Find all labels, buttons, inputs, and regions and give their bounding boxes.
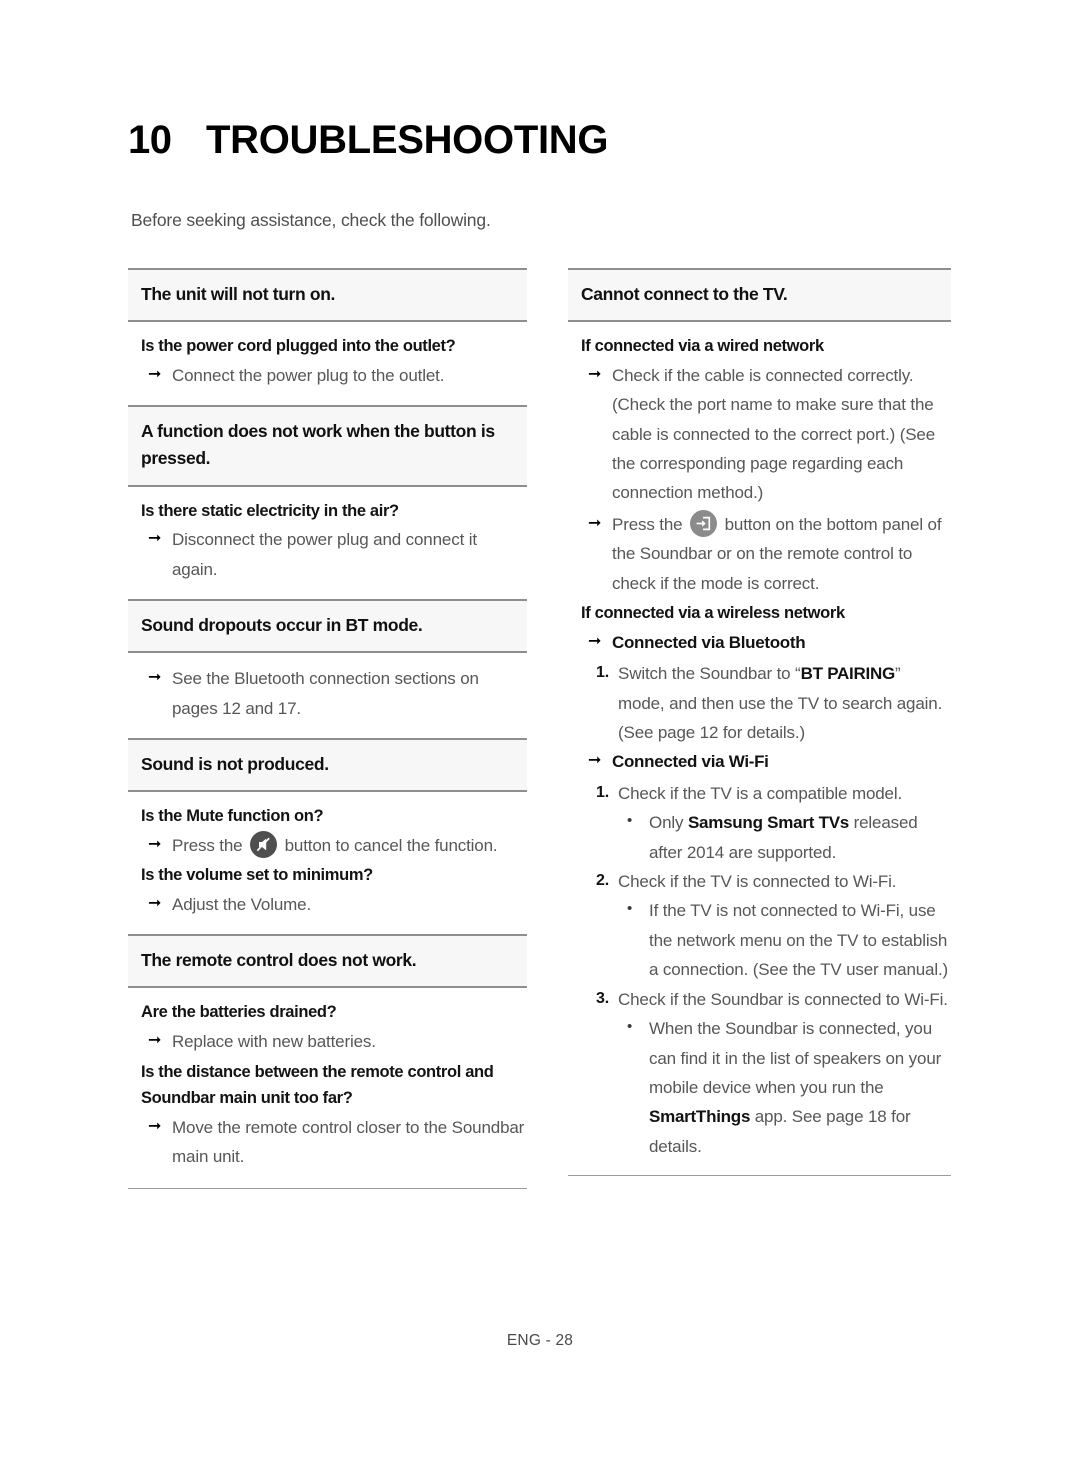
step-text: Check if the TV is a compatible model. — [618, 783, 903, 803]
troubleshoot-section: The remote control does not work. Are the… — [128, 934, 527, 1189]
emphasis-text: BT PAIRING — [800, 664, 896, 684]
page-footer: ENG - 28 — [506, 1332, 574, 1349]
troubleshoot-question: Is the power cord plugged into the outle… — [141, 337, 456, 356]
answer-text: Adjust the Volume. — [172, 894, 312, 914]
bullet-icon: • — [627, 900, 633, 918]
step-number: 1. — [595, 783, 609, 801]
troubleshoot-answer: ➞ Replace with new batteries. — [130, 1027, 525, 1056]
answer-text: Move the remote control closer to the So… — [172, 1118, 525, 1167]
troubleshoot-answer: ➞ See the Bluetooth connection sections o… — [130, 664, 525, 723]
troubleshoot-answer: ➞ Adjust the Volume. — [130, 890, 525, 919]
emphasis-text: SmartThings — [649, 1107, 751, 1127]
answer-text: Check if the cable is connected correctl… — [612, 365, 936, 503]
arrow-bullet-icon: ➞ — [588, 365, 602, 383]
answer-text: Replace with new batteries. — [172, 1032, 376, 1052]
section-header-text: Sound is not produced. — [141, 753, 329, 774]
arrow-bullet-icon: ➞ — [588, 752, 602, 770]
section-header: Sound is not produced. — [128, 737, 527, 793]
answer-text: Press the button to cancel the function. — [172, 830, 525, 860]
page-title: 10 TROUBLESHOOTING — [128, 118, 608, 163]
troubleshoot-question: If connected via a wireless network — [581, 604, 845, 623]
troubleshoot-question: Is there static electricity in the air? — [141, 501, 399, 520]
troubleshoot-question: If connected via a wired network — [581, 337, 824, 356]
troubleshoot-section: Sound dropouts occur in BT mode. ➞ See the… — [128, 599, 527, 738]
troubleshoot-question: Are the batteries drained? — [141, 1003, 337, 1022]
section-body: Are the batteries drained? ➞ Replace with … — [128, 988, 527, 1189]
step-text: Check if the TV is connected to Wi-Fi. — [618, 872, 897, 892]
section-header: The unit will not turn on. — [128, 268, 527, 323]
troubleshoot-section: The unit will not turn on. Is the power c… — [128, 268, 527, 405]
troubleshoot-question: Is the volume set to minimum? — [141, 866, 373, 885]
arrow-bullet-icon: ➞ — [148, 365, 162, 383]
answer-text: Connect the power plug to the outlet. — [172, 365, 445, 385]
section-body: Is there static electricity in the air? ➞… — [128, 487, 527, 600]
answer-text: See the Bluetooth connection sections on… — [172, 669, 479, 718]
left-column: The unit will not turn on. Is the power c… — [128, 268, 527, 1189]
numbered-step: 1. Check if the TV is a compatible model. — [570, 779, 949, 808]
manual-page: 10 TROUBLESHOOTING Before seeking assist… — [0, 0, 1080, 1479]
numbered-step: 3. Check if the Soundbar is connected to … — [570, 985, 949, 1014]
section-header: Sound dropouts occur in BT mode. — [128, 599, 527, 654]
troubleshoot-section: A function does not work when the button… — [128, 405, 527, 599]
troubleshoot-answer: ➞ Check if the cable is connected correct… — [570, 361, 949, 508]
troubleshoot-answer: ➞ Connected via Bluetooth — [570, 628, 949, 657]
arrow-bullet-icon: ➞ — [148, 530, 162, 548]
section-body: If connected via a wired network ➞ Check i… — [568, 322, 951, 1177]
troubleshoot-answer: ➞ Connected via Wi-Fi — [570, 747, 949, 776]
sub-bullet-text: Only Samsung Smart TVs released after 20… — [649, 813, 918, 862]
section-header-text: Cannot connect to the TV. — [581, 284, 788, 304]
mute-button-icon — [250, 830, 278, 858]
answer-text: Connected via Bluetooth — [612, 632, 806, 652]
numbered-step: 1. Switch the Soundbar to “BT PAIRING” mo… — [570, 659, 949, 747]
right-column: Cannot connect to the TV. If connected vi… — [568, 268, 951, 1177]
section-body: ➞ See the Bluetooth connection sections o… — [128, 653, 527, 738]
source-button-icon — [690, 509, 718, 537]
sub-bullet-item: • When the Soundbar is connected, you can… — [570, 1014, 949, 1161]
bullet-icon: • — [627, 812, 633, 830]
emphasis-text: Samsung Smart TVs — [687, 813, 850, 833]
answer-text: Connected via Wi-Fi — [612, 752, 769, 772]
numbered-step: 2. Check if the TV is connected to Wi-Fi. — [570, 867, 949, 896]
section-header-text: The remote control does not work. — [141, 950, 417, 971]
bullet-icon: • — [627, 1018, 633, 1036]
arrow-bullet-icon: ➞ — [148, 669, 162, 687]
troubleshoot-answer: ➞ Press the button on the bottom panel of… — [570, 509, 949, 598]
section-body: Is the Mute function on? ➞ Press the butto… — [128, 792, 527, 934]
sub-bullet-item: • If the TV is not connected to Wi-Fi, us… — [570, 896, 949, 984]
troubleshoot-section: Cannot connect to the TV. If connected vi… — [568, 268, 951, 1177]
troubleshoot-answer: ➞ Press the button to cancel the function… — [130, 830, 525, 860]
section-header: Cannot connect to the TV. — [568, 268, 951, 323]
sub-bullet-item: • Only Samsung Smart TVs released after 2… — [570, 808, 949, 867]
section-header: The remote control does not work. — [128, 934, 527, 989]
arrow-bullet-icon: ➞ — [148, 1118, 162, 1136]
troubleshoot-question: Is the Mute function on? — [141, 807, 324, 826]
troubleshoot-section: Sound is not produced. Is the Mute functi… — [128, 737, 527, 934]
answer-text: Press the button on the bottom panel of … — [612, 509, 949, 598]
step-text: Check if the Soundbar is connected to Wi… — [618, 989, 948, 1009]
sub-bullet-text: If the TV is not connected to Wi-Fi, use… — [649, 901, 949, 980]
section-header: A function does not work when the button… — [128, 405, 527, 487]
troubleshoot-question: Is the distance between the remote contr… — [141, 1062, 494, 1108]
arrow-bullet-icon: ➞ — [588, 514, 602, 532]
arrow-bullet-icon: ➞ — [148, 835, 162, 853]
chapter-title: TROUBLESHOOTING — [206, 118, 609, 162]
arrow-bullet-icon: ➞ — [588, 632, 602, 650]
sub-bullet-text: When the Soundbar is connected, you can … — [649, 1019, 942, 1156]
troubleshoot-answer: ➞ Move the remote control closer to the S… — [130, 1113, 525, 1172]
section-header-text: Sound dropouts occur in BT mode. — [141, 615, 423, 636]
step-number: 2. — [595, 872, 609, 890]
step-number: 3. — [595, 989, 609, 1007]
chapter-number: 10 — [128, 118, 172, 162]
answer-text: Disconnect the power plug and connect it… — [172, 530, 477, 579]
arrow-bullet-icon: ➞ — [148, 1032, 162, 1050]
step-number: 1. — [595, 664, 609, 682]
step-text: Switch the Soundbar to “BT PAIRING” mode… — [618, 664, 943, 743]
intro-paragraph: Before seeking assistance, check the fol… — [131, 210, 491, 230]
troubleshoot-answer: ➞ Connect the power plug to the outlet. — [130, 361, 525, 390]
section-header-text: A function does not work when the button… — [141, 421, 495, 469]
section-header-text: The unit will not turn on. — [141, 284, 336, 304]
section-body: Is the power cord plugged into the outle… — [128, 322, 527, 405]
arrow-bullet-icon: ➞ — [148, 894, 162, 912]
troubleshoot-answer: ➞ Disconnect the power plug and connect i… — [130, 525, 525, 584]
